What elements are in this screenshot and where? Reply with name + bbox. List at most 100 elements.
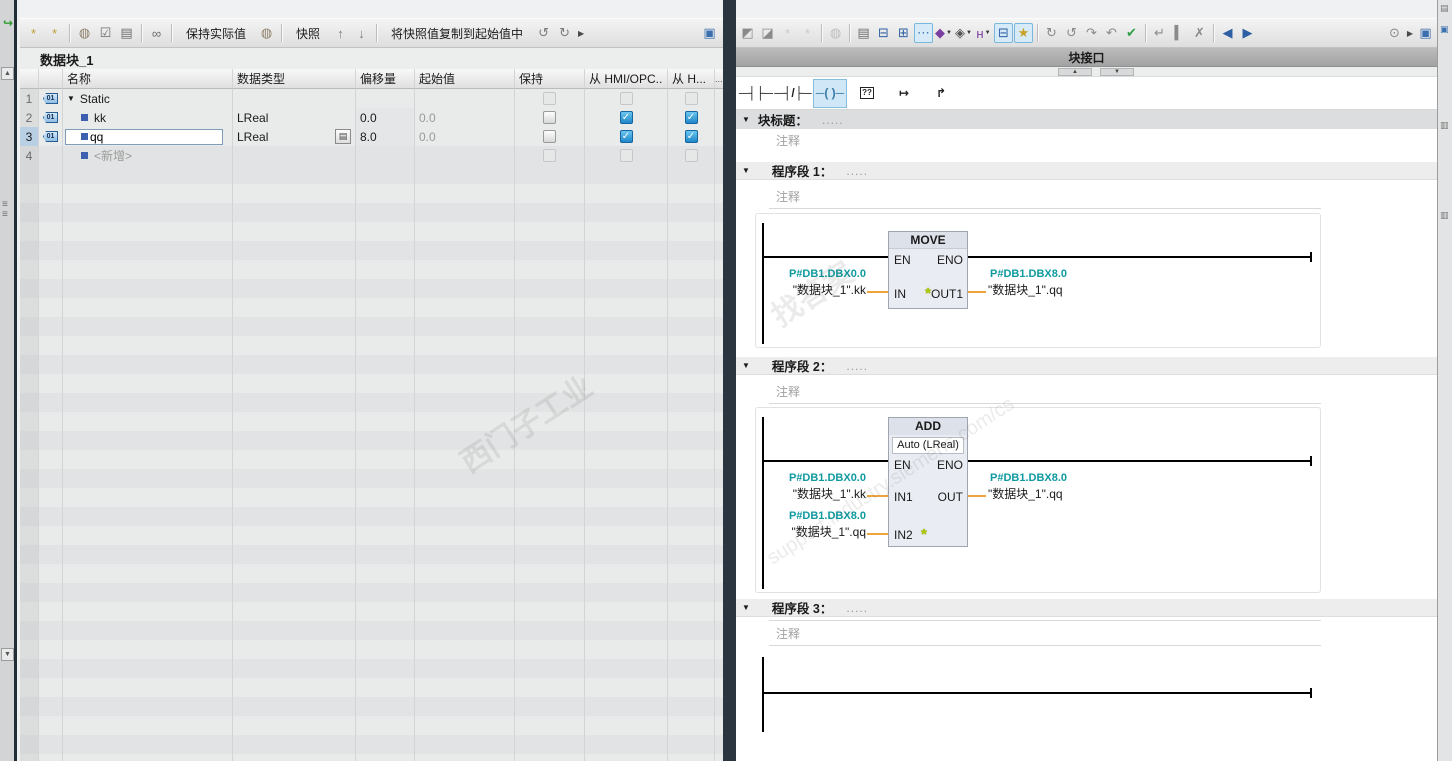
operand-input2[interactable]: P#DB1.DBX8.0 "数据块_1".qq xyxy=(766,508,866,540)
data-type-picker-button[interactable]: ▤ xyxy=(335,129,351,144)
copy-start-values-all-icon[interactable]: ↻ xyxy=(555,23,574,43)
copy-snapshot-up-icon[interactable]: ↑ xyxy=(331,23,350,43)
delete-network-icon[interactable]: ◪ xyxy=(758,23,777,43)
network-1-header[interactable]: ▼ 程序段 1： ..... xyxy=(736,162,1437,180)
empty-table-row[interactable] xyxy=(20,450,723,469)
open-branch-favorite[interactable]: ↦ xyxy=(887,79,921,108)
network-title-dots[interactable]: ..... xyxy=(846,601,868,615)
col-header-retain[interactable]: 保持 xyxy=(515,69,585,89)
add-block[interactable]: ADD Auto (LReal) EN ENO IN1 OUT IN2 * xyxy=(888,417,968,547)
network-2-header[interactable]: ▼ 程序段 2： ..... xyxy=(736,357,1437,375)
float-panel-icon[interactable]: ▣ xyxy=(700,23,719,43)
collapse-all-networks-icon[interactable]: ⊞ xyxy=(894,23,913,43)
block-interface-bar[interactable]: 块接口 xyxy=(736,48,1437,67)
hmi-checkbox[interactable]: ✓ xyxy=(619,111,633,124)
jump-forward-icon[interactable]: ▶ xyxy=(1238,23,1257,43)
empty-table-row[interactable] xyxy=(20,507,723,526)
var-start-value[interactable]: 0.0 xyxy=(415,127,515,146)
insert-row-below-icon[interactable]: * xyxy=(798,23,817,43)
collapse-arrow-icon[interactable]: ▼ xyxy=(742,115,750,124)
empty-table-row[interactable] xyxy=(20,621,723,640)
empty-table-row[interactable] xyxy=(20,583,723,602)
move-block[interactable]: MOVE EN ENO IN OUT1 * xyxy=(888,231,968,309)
copy-snapshot-to-start-button[interactable]: 将快照值复制到起始值中 xyxy=(382,22,532,44)
empty-table-row[interactable] xyxy=(20,317,723,336)
empty-table-row[interactable] xyxy=(20,545,723,564)
empty-table-row[interactable] xyxy=(20,241,723,260)
keep-actual-values-icon[interactable]: ◍ xyxy=(75,23,94,43)
call-structure-icon[interactable]: ↵ xyxy=(1150,23,1169,43)
splitter-grip-icon[interactable]: ≡ ≡ xyxy=(2,200,8,220)
consistency-check-icon[interactable]: ✔ xyxy=(1122,23,1141,43)
network-outline-icon[interactable]: ▤ xyxy=(854,23,873,43)
expand-all-networks-icon[interactable]: ⊟ xyxy=(874,23,893,43)
block-title-row[interactable]: ▼ 块标题： ..... xyxy=(736,110,1437,129)
empty-table-row[interactable] xyxy=(20,355,723,374)
update-block-call-icon[interactable]: ↷ xyxy=(1082,23,1101,43)
empty-table-row[interactable] xyxy=(20,412,723,431)
block-title-dots[interactable]: ..... xyxy=(822,113,844,127)
col-header-name[interactable]: 名称 xyxy=(63,69,233,89)
operand-output[interactable]: P#DB1.DBX8.0 "数据块_1".qq xyxy=(988,266,1067,298)
monitor-all-icon[interactable]: ∞ xyxy=(147,23,166,43)
empty-table-row[interactable] xyxy=(20,260,723,279)
taskcard-panel-icon[interactable]: ▣ xyxy=(1440,24,1449,35)
pin-out1[interactable]: OUT1 xyxy=(931,287,963,301)
pin-in2[interactable]: IN2 xyxy=(894,528,913,542)
branch-layout-icon[interactable]: ⊟ xyxy=(994,23,1013,43)
table-row-static[interactable]: 1 01 ▼ Static xyxy=(20,89,723,108)
go-to-previous-error-icon[interactable]: ↺ xyxy=(1062,23,1081,43)
col-header-offset[interactable]: 偏移量 xyxy=(356,69,415,89)
copy-start-values-icon[interactable]: ↺ xyxy=(534,23,553,43)
close-branch-favorite[interactable]: ↱ xyxy=(924,79,958,108)
operand-input[interactable]: P#DB1.DBX0.0 "数据块_1".kk xyxy=(766,266,866,298)
insert-row-icon[interactable]: * xyxy=(24,23,43,43)
collapse-arrow-icon[interactable]: ▼ xyxy=(742,361,750,370)
taskcard-icon[interactable]: ▤ xyxy=(1440,3,1449,14)
reset-start-values-icon[interactable]: ◍ xyxy=(826,23,845,43)
h2-checkbox[interactable]: ✓ xyxy=(684,111,698,124)
network-3-header[interactable]: ▼ 程序段 3： ..... xyxy=(736,599,1437,617)
block-comment-placeholder[interactable]: 注释 xyxy=(776,132,800,149)
network-title-dots[interactable]: ..... xyxy=(846,359,868,373)
empty-table-row[interactable] xyxy=(20,640,723,659)
pane-splitter[interactable] xyxy=(723,0,736,761)
snapshot-db-icon[interactable]: ◍ xyxy=(257,23,276,43)
go-to-next-error-icon[interactable]: ↻ xyxy=(1042,23,1061,43)
operand-output[interactable]: P#DB1.DBX8.0 "数据块_1".qq xyxy=(988,470,1067,502)
col-header-more[interactable]: ... xyxy=(715,69,723,89)
insert-row-icon[interactable]: * xyxy=(778,23,797,43)
var-name-input[interactable] xyxy=(65,128,223,145)
toolbar-overflow-icon[interactable]: ▶ xyxy=(1405,23,1415,43)
sequence-icon[interactable]: ▍ xyxy=(1170,23,1189,43)
empty-table-row[interactable] xyxy=(20,298,723,317)
empty-table-row[interactable] xyxy=(20,754,723,761)
retain-checkbox[interactable] xyxy=(543,111,556,124)
network-comment[interactable]: 注释 xyxy=(776,625,800,642)
toolbar-overflow-icon[interactable]: ▶ xyxy=(576,23,586,43)
table-row-kk[interactable]: 2 01 kk LReal 0.0 0.0 ✓ ✓ xyxy=(20,108,723,127)
empty-table-row[interactable] xyxy=(20,431,723,450)
snapshot-button[interactable]: 快照 xyxy=(287,22,329,44)
empty-table-row[interactable] xyxy=(20,222,723,241)
operand-input1[interactable]: P#DB1.DBX0.0 "数据块_1".kk xyxy=(766,470,866,502)
hmi-checkbox[interactable]: ✓ xyxy=(619,130,633,143)
empty-table-row[interactable] xyxy=(20,526,723,545)
pin-out[interactable]: OUT xyxy=(938,490,963,504)
table-row-add-new[interactable]: 4 <新增> xyxy=(20,146,723,165)
empty-table-row[interactable] xyxy=(20,393,723,412)
pin-en[interactable]: EN xyxy=(894,253,911,267)
find-replace-icon[interactable]: ⊙ xyxy=(1385,23,1404,43)
empty-table-row[interactable] xyxy=(20,697,723,716)
network-comment[interactable]: 注释 xyxy=(776,188,800,205)
pin-in[interactable]: IN xyxy=(894,287,906,301)
scroll-up-icon[interactable]: ▲ xyxy=(1,67,14,80)
copy-snapshot-down-icon[interactable]: ↓ xyxy=(352,23,371,43)
absolute-symbolic-icon[interactable]: ◆ ▼ xyxy=(934,23,953,43)
empty-table-row[interactable] xyxy=(20,678,723,697)
taskcard-icon[interactable]: ▥ xyxy=(1440,210,1449,221)
empty-table-row[interactable] xyxy=(20,602,723,621)
var-start-value[interactable]: 0.0 xyxy=(415,108,515,127)
apply-start-values-icon[interactable]: ☑ xyxy=(96,23,115,43)
col-header-type[interactable]: 数据类型 xyxy=(233,69,356,89)
